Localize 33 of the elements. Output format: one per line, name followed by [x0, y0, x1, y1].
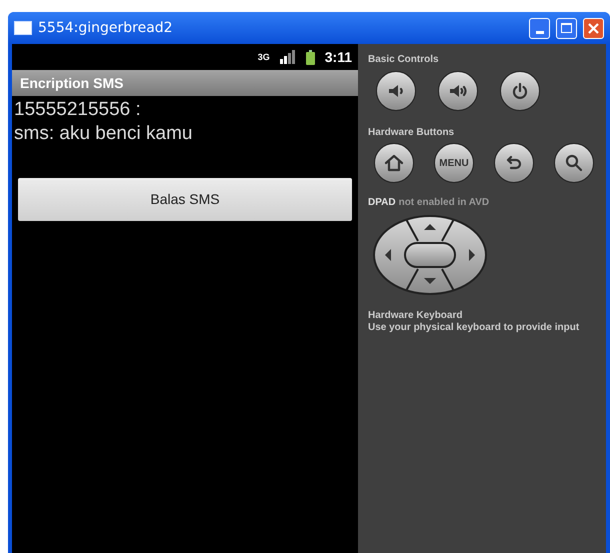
signal-icon	[280, 50, 296, 64]
volume-down-button[interactable]	[376, 71, 416, 111]
volume-up-button[interactable]	[438, 71, 478, 111]
home-button[interactable]	[374, 143, 414, 183]
close-button[interactable]	[583, 18, 604, 38]
search-button[interactable]	[554, 143, 594, 183]
sender-number: 15555215556 :	[13, 98, 142, 122]
maximize-icon	[561, 23, 572, 33]
power-button[interactable]	[500, 71, 540, 111]
keyboard-note: Use your physical keyboard to provide input	[368, 322, 580, 334]
reply-button[interactable]: Balas SMS	[18, 178, 352, 221]
minimize-button[interactable]	[529, 18, 550, 38]
message-text: sms: aku benci kamu	[13, 122, 194, 146]
app-title: Encription SMS	[20, 74, 124, 93]
search-icon	[564, 153, 584, 173]
keyboard-heading: Hardware Keyboard	[368, 310, 464, 322]
minimize-icon	[536, 30, 544, 34]
dpad[interactable]	[372, 214, 488, 296]
close-icon	[588, 22, 599, 34]
menu-button[interactable]: MENU	[434, 143, 474, 183]
clock: 3:11	[324, 48, 352, 66]
dpad-note: not enabled in AVD	[398, 196, 490, 210]
network-type: 3G	[258, 52, 270, 62]
battery-icon	[306, 50, 315, 64]
window-title: 5554:gingerbread2	[38, 18, 173, 38]
dpad-label: DPAD	[368, 196, 396, 210]
home-icon	[384, 153, 404, 173]
maximize-button[interactable]	[556, 18, 577, 38]
window-icon	[14, 21, 32, 35]
power-icon	[510, 81, 530, 101]
back-button[interactable]	[494, 143, 534, 183]
section-heading: Hardware Buttons	[368, 126, 456, 140]
section-heading: Basic Controls	[368, 53, 440, 67]
